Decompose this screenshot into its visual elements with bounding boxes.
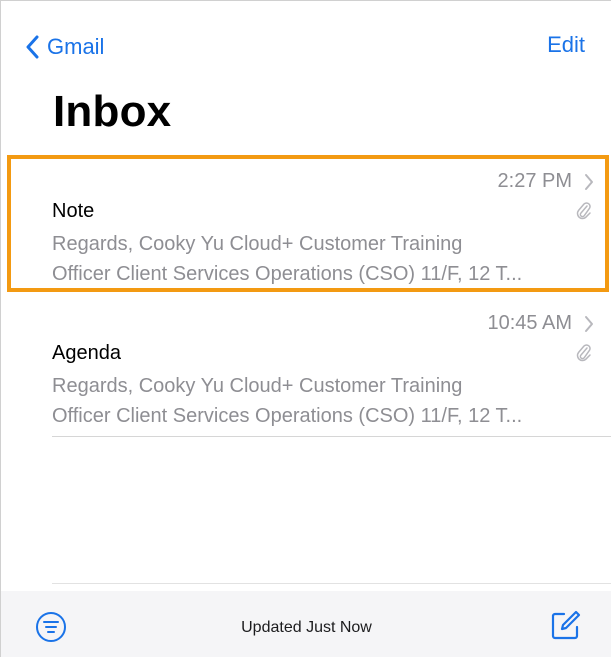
mail-time: 10:45 AM (487, 312, 572, 334)
list-bottom-divider (52, 583, 611, 584)
paperclip-icon (576, 202, 591, 220)
update-status: Updated Just Now (241, 619, 372, 636)
mail-subject: Note (52, 200, 95, 222)
mail-time: 2:27 PM (497, 170, 572, 192)
mail-time-row: 2:27 PM (498, 170, 594, 193)
chevron-right-icon (585, 315, 593, 332)
mail-preview-line: Officer Client Services Operations (CSO)… (52, 263, 523, 285)
mail-preview: Regards, Cooky Yu Cloud+ Customer Traini… (52, 229, 582, 289)
back-button[interactable]: Gmail (25, 31, 104, 63)
mail-item[interactable]: 2:27 PM Note Regards, Cooky Yu Cloud+ Cu… (1, 153, 611, 295)
bottom-toolbar: Updated Just Now (1, 591, 611, 657)
mail-preview-line: Regards, Cooky Yu Cloud+ Customer Traini… (52, 233, 463, 255)
mail-preview-line: Officer Client Services Operations (CSO)… (52, 405, 523, 427)
mail-list: 2:27 PM Note Regards, Cooky Yu Cloud+ Cu… (1, 153, 611, 437)
chevron-left-icon (26, 35, 39, 59)
mail-subject: Agenda (52, 342, 121, 364)
mail-time-row: 10:45 AM (487, 312, 594, 335)
row-divider (52, 436, 611, 437)
mail-preview: Regards, Cooky Yu Cloud+ Customer Traini… (52, 371, 582, 431)
edit-button[interactable]: Edit (547, 32, 585, 58)
back-label: Gmail (47, 34, 105, 59)
compose-icon (551, 610, 581, 640)
mail-preview-line: Regards, Cooky Yu Cloud+ Customer Traini… (52, 375, 463, 397)
navigation-bar: Gmail Edit (1, 1, 611, 81)
mail-item[interactable]: 10:45 AM Agenda Regards, Cooky Yu Cloud+… (1, 295, 611, 437)
compose-button[interactable] (550, 609, 582, 646)
chevron-right-icon (585, 173, 593, 190)
mail-screen: Gmail Edit Inbox 2:27 PM Note Regards, C… (0, 0, 611, 657)
page-title: Inbox (53, 87, 172, 136)
paperclip-icon (576, 344, 591, 362)
